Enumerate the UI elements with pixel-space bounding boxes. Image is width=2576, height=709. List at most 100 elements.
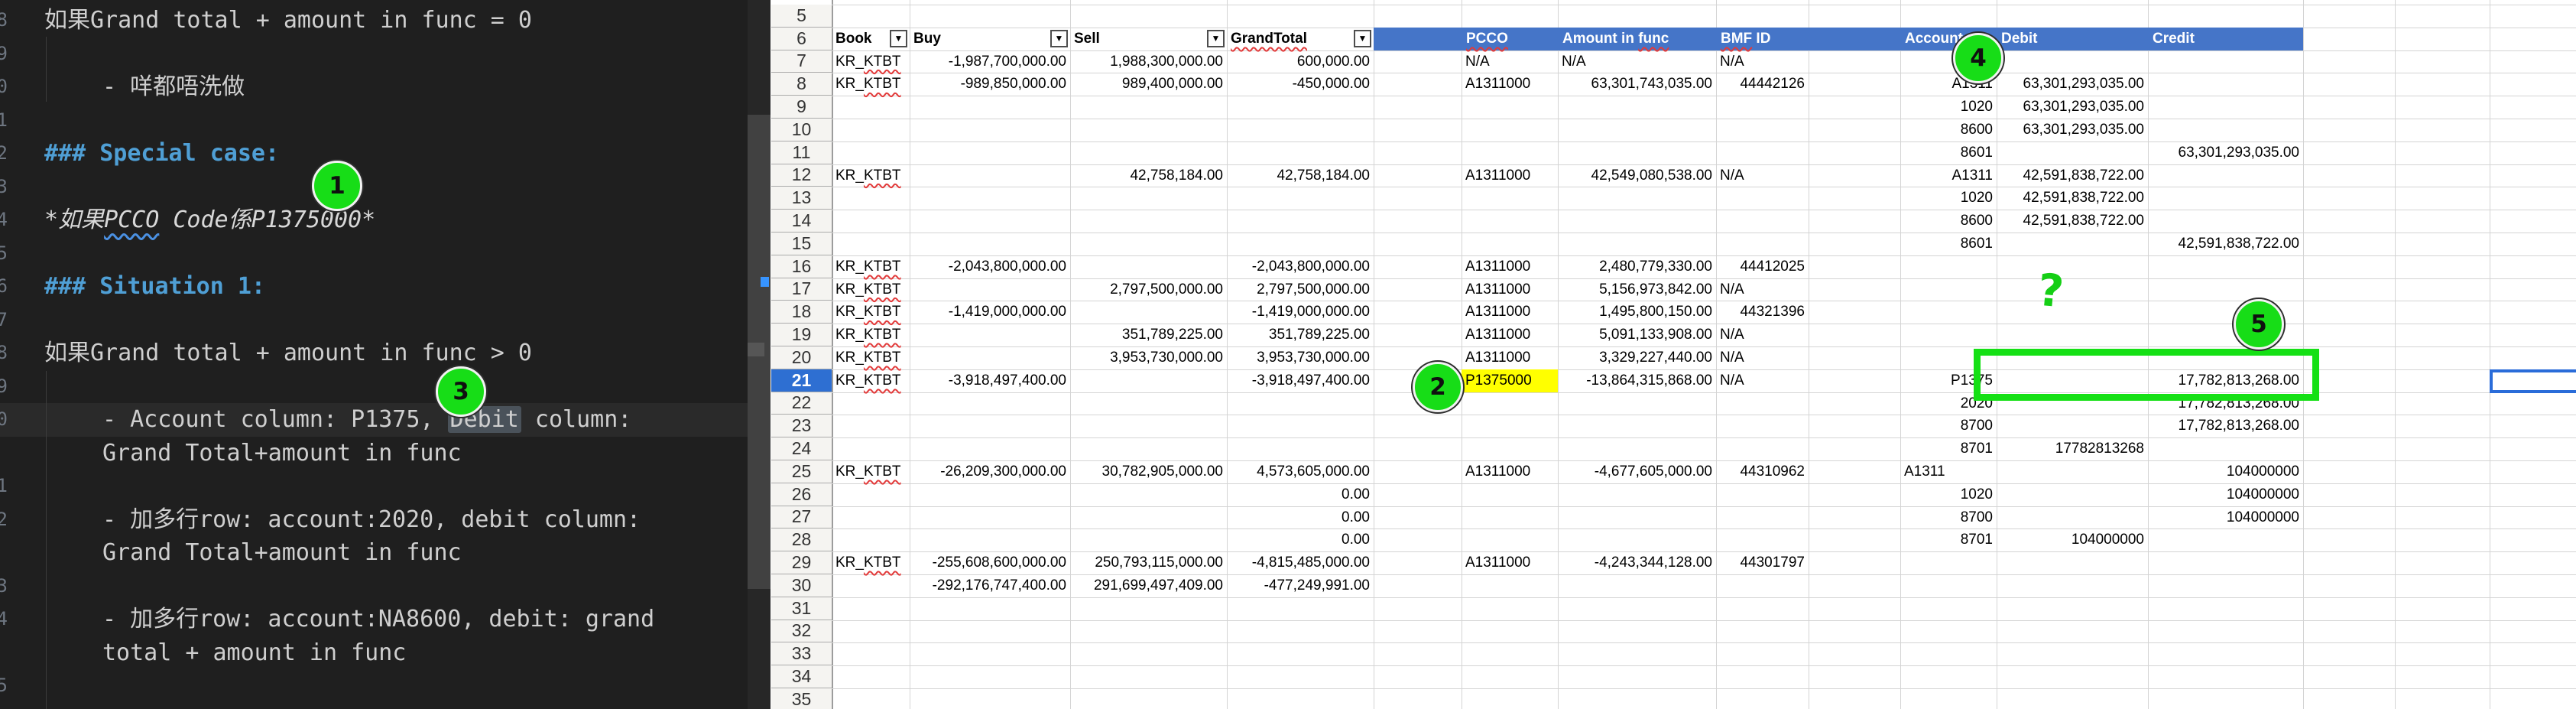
row-header-33[interactable]: 33 [771,642,832,665]
row-header-31[interactable]: 31 [771,597,832,620]
cell-gt-20[interactable]: 3,953,730,000.00 [1227,346,1374,369]
cell-pcco-29[interactable]: A1311000 [1462,551,1558,574]
cell-buy-7[interactable]: -1,987,700,000.00 [910,50,1070,73]
column-header-gt[interactable]: GrandTotal [1227,28,1374,50]
row-header-26[interactable]: 26 [771,483,832,506]
cell-book-18[interactable]: KR_KTBT [832,301,910,324]
cell-gt-12[interactable]: 42,758,184.00 [1227,164,1374,187]
cell-pcco-16[interactable]: A1311000 [1462,255,1558,278]
row-header-10[interactable]: 10 [771,119,832,141]
row-header-22[interactable]: 22 [771,392,832,415]
cell-gt-30[interactable]: -477,249,991.00 [1227,574,1374,597]
column-header-bmf[interactable]: BMF ID [1721,28,1770,50]
column-header-debit[interactable]: Debit [2001,28,2038,50]
cell-amt-21[interactable]: -13,864,315,868.00 [1558,369,1716,392]
cell-gt-18[interactable]: -1,419,000,000.00 [1227,301,1374,324]
cell-acct-10[interactable]: 8600 [1900,119,1997,141]
cell-pcco-19[interactable]: A1311000 [1462,324,1558,346]
cell-book-17[interactable]: KR_KTBT [832,278,910,301]
row-header-18[interactable]: 18 [771,301,832,324]
row-header-30[interactable]: 30 [771,574,832,597]
filter-dropdown-button-sell[interactable]: ▼ [1207,30,1225,47]
cell-book-12[interactable]: KR_KTBT [832,164,910,187]
cell-pcco-25[interactable]: A1311000 [1462,460,1558,483]
row-header-12[interactable]: 12 [771,164,832,187]
cell-book-21[interactable]: KR_KTBT [832,369,910,392]
cell-amt-20[interactable]: 3,329,227,440.00 [1558,346,1716,369]
cell-bmf-12[interactable]: N/A [1716,164,1809,187]
filter-dropdown-button-gt[interactable]: ▼ [1354,30,1371,47]
cell-acct-14[interactable]: 8600 [1900,210,1997,233]
cell-buy-21[interactable]: -3,918,497,400.00 [910,369,1070,392]
cell-debit-9[interactable]: 63,301,293,035.00 [1997,96,2148,119]
row-header-27[interactable]: 27 [771,506,832,529]
column-header-sell[interactable]: Sell [1070,28,1227,50]
cell-pcco-12[interactable]: A1311000 [1462,164,1558,187]
cell-gt-26[interactable]: 0.00 [1227,483,1374,506]
filter-dropdown-button-book[interactable]: ▼ [890,30,907,47]
cell-bmf-7[interactable]: N/A [1716,50,1809,73]
cell-sell-29[interactable]: 250,793,115,000.00 [1070,551,1227,574]
cell-buy-8[interactable]: -989,850,000.00 [910,73,1070,96]
cell-book-19[interactable]: KR_KTBT [832,324,910,346]
cell-buy-18[interactable]: -1,419,000,000.00 [910,301,1070,324]
cell-amt-12[interactable]: 42,549,080,538.00 [1558,164,1716,187]
cell-book-7[interactable]: KR_KTBT [832,50,910,73]
cell-sell-20[interactable]: 3,953,730,000.00 [1070,346,1227,369]
cell-acct-11[interactable]: 8601 [1900,141,1997,164]
cell-gt-27[interactable]: 0.00 [1227,506,1374,529]
editor-scrollbar[interactable] [748,0,771,709]
cell-debit-28[interactable]: 104000000 [1997,528,2148,551]
cell-bmf-8[interactable]: 44442126 [1716,73,1809,96]
cell-gt-8[interactable]: -450,000.00 [1227,73,1374,96]
cell-buy-16[interactable]: -2,043,800,000.00 [910,255,1070,278]
row-header-15[interactable]: 15 [771,233,832,255]
cell-pcco-20[interactable]: A1311000 [1462,346,1558,369]
cell-debit-14[interactable]: 42,591,838,722.00 [1997,210,2148,233]
cell-sell-30[interactable]: 291,699,497,409.00 [1070,574,1227,597]
cell-book-20[interactable]: KR_KTBT [832,346,910,369]
column-header-amt[interactable]: Amount in func [1562,28,1669,50]
row-header-8[interactable]: 8 [771,73,832,96]
cell-debit-12[interactable]: 42,591,838,722.00 [1997,164,2148,187]
row-header-13[interactable]: 13 [771,187,832,210]
row-header-23[interactable]: 23 [771,415,832,437]
cell-bmf-20[interactable]: N/A [1716,346,1809,369]
cell-amt-8[interactable]: 63,301,743,035.00 [1558,73,1716,96]
cell-acct-12[interactable]: A1311 [1900,164,1997,187]
cell-amt-29[interactable]: -4,243,344,128.00 [1558,551,1716,574]
cell-acct-13[interactable]: 1020 [1900,187,1997,210]
cell-gt-7[interactable]: 600,000.00 [1227,50,1374,73]
cell-sell-8[interactable]: 989,400,000.00 [1070,73,1227,96]
cell-book-8[interactable]: KR_KTBT [832,73,910,96]
cell-amt-18[interactable]: 1,495,800,150.00 [1558,301,1716,324]
row-header-11[interactable]: 11 [771,141,832,164]
row-header-21[interactable]: 21 [771,369,832,392]
cell-bmf-17[interactable]: N/A [1716,278,1809,301]
cell-sell-25[interactable]: 30,782,905,000.00 [1070,460,1227,483]
column-header-acct[interactable]: Account [1905,28,1963,50]
markdown-editor-pane[interactable]: 8910111213141516171819202122232425 如果Gra… [0,0,771,709]
cell-bmf-21[interactable]: N/A [1716,369,1809,392]
cell-acct-28[interactable]: 8701 [1900,528,1997,551]
row-header-9[interactable]: 9 [771,96,832,119]
cell-amt-19[interactable]: 5,091,133,908.00 [1558,324,1716,346]
cell-amt-25[interactable]: -4,677,605,000.00 [1558,460,1716,483]
row-header-20[interactable]: 20 [771,346,832,369]
cell-sell-12[interactable]: 42,758,184.00 [1070,164,1227,187]
cell-bmf-25[interactable]: 44310962 [1716,460,1809,483]
cell-buy-25[interactable]: -26,209,300,000.00 [910,460,1070,483]
row-header-5[interactable]: 5 [771,5,832,28]
cell-gt-29[interactable]: -4,815,485,000.00 [1227,551,1374,574]
cell-gt-21[interactable]: -3,918,497,400.00 [1227,369,1374,392]
cell-buy-29[interactable]: -255,608,600,000.00 [910,551,1070,574]
cell-pcco-8[interactable]: A1311000 [1462,73,1558,96]
cell-amt-16[interactable]: 2,480,779,330.00 [1558,255,1716,278]
row-header-32[interactable]: 32 [771,620,832,643]
cell-pcco-17[interactable]: A1311000 [1462,278,1558,301]
cell-acct-25[interactable]: A1311 [1900,460,1997,483]
cell-debit-8[interactable]: 63,301,293,035.00 [1997,73,2148,96]
cell-book-29[interactable]: KR_KTBT [832,551,910,574]
cell-pcco-18[interactable]: A1311000 [1462,301,1558,324]
cell-credit-27[interactable]: 104000000 [2148,506,2303,529]
